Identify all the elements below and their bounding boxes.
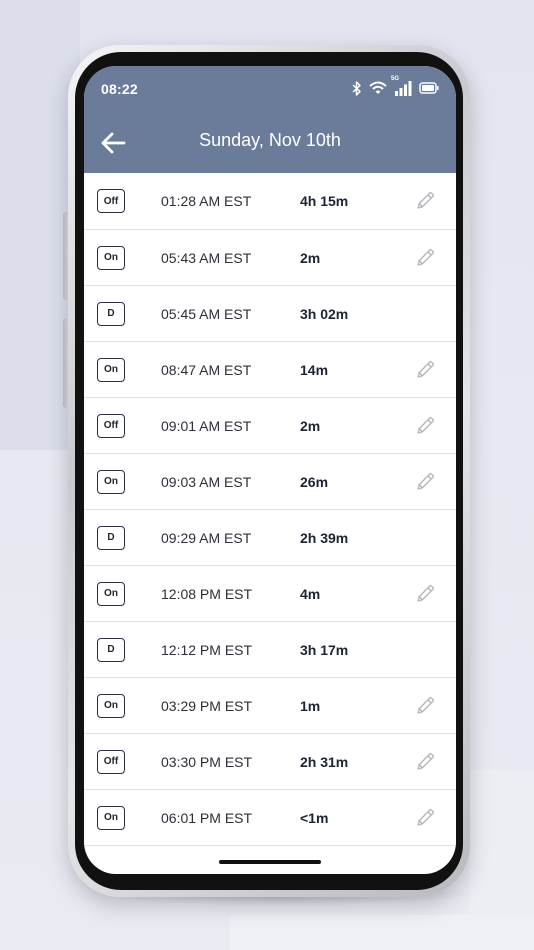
entry-duration: 26m [300, 473, 329, 490]
status-badge: D [97, 525, 125, 550]
entry-duration: 2m [300, 249, 321, 266]
entry-time: 06:01 PM EST [161, 809, 253, 826]
status-badge: On [97, 469, 125, 494]
entry-time: 05:43 AM EST [161, 249, 252, 266]
status-badge: On [97, 245, 125, 270]
entry-duration: 2m [300, 417, 321, 434]
entry-duration: <1m [300, 809, 329, 826]
pencil-icon[interactable] [414, 807, 436, 829]
status-badge: D [97, 301, 125, 326]
entry-duration: 2h 31m [300, 753, 349, 770]
entry-time: 09:03 AM EST [161, 473, 252, 490]
status-bar-icons: 5G [352, 76, 439, 96]
list-item[interactable]: D 05:45 AM EST 3h 02m [84, 286, 456, 342]
entry-time: 12:12 PM EST [161, 641, 253, 658]
entry-duration: 14m [300, 361, 329, 378]
list-item[interactable]: D 09:29 AM EST 2h 39m [84, 510, 456, 566]
entry-time: 09:29 AM EST [161, 529, 252, 546]
entry-duration: 3h 17m [300, 641, 349, 658]
list-item[interactable]: On 09:03 AM EST 26m [84, 454, 456, 510]
status-bar-time: 08:22 [101, 81, 138, 97]
pencil-icon[interactable] [414, 359, 436, 381]
pencil-icon[interactable] [414, 247, 436, 269]
signal-icon: 5G [391, 76, 412, 96]
bluetooth-icon [352, 80, 362, 96]
entry-time: 03:29 PM EST [161, 697, 253, 714]
list-item[interactable]: On 05:43 AM EST 2m [84, 230, 456, 286]
entry-duration: 3h 02m [300, 305, 349, 322]
entry-time: 01:28 AM EST [161, 193, 252, 209]
page-title: Sunday, Nov 10th [199, 130, 341, 150]
status-badge: Off [97, 749, 125, 774]
list-item[interactable]: Off 03:30 PM EST 2h 31m [84, 734, 456, 790]
battery-icon [419, 82, 439, 94]
pencil-icon[interactable] [414, 471, 436, 493]
entry-duration: 4m [300, 585, 321, 602]
status-badge: Off [97, 413, 125, 438]
list-item[interactable]: On 08:47 AM EST 14m [84, 342, 456, 398]
status-badge: On [97, 357, 125, 382]
pencil-icon[interactable] [414, 583, 436, 605]
pencil-icon[interactable] [414, 751, 436, 773]
entry-duration: 1m [300, 697, 321, 714]
list-item[interactable]: Off 01:28 AM EST 4h 15m [84, 173, 456, 230]
pencil-icon[interactable] [414, 415, 436, 437]
log-entry-list: Off 01:28 AM EST 4h 15m On 05:43 AM EST 2m D 05… [84, 173, 456, 846]
home-indicator[interactable] [219, 860, 321, 864]
pencil-icon[interactable] [414, 190, 436, 212]
list-item[interactable]: On 03:29 PM EST 1m [84, 678, 456, 734]
list-item[interactable]: On 06:01 PM EST <1m [84, 790, 456, 846]
entry-duration: 2h 39m [300, 529, 349, 546]
list-item[interactable]: D 12:12 PM EST 3h 17m [84, 622, 456, 678]
wifi-icon [369, 81, 387, 95]
entry-time: 05:45 AM EST [161, 305, 252, 322]
signal-label: 5G [391, 76, 400, 82]
status-badge: On [97, 693, 125, 718]
status-badge: On [97, 581, 125, 606]
status-badge: Off [97, 189, 125, 213]
entry-time: 12:08 PM EST [161, 585, 253, 602]
status-badge: D [97, 637, 125, 662]
entry-time: 09:01 AM EST [161, 417, 252, 434]
status-badge: On [97, 805, 125, 830]
phone-screen: 08:22 5G Sunday, Nov 10th Off 01:28 AM E… [84, 66, 456, 874]
entry-time: 08:47 AM EST [161, 361, 252, 378]
pencil-icon[interactable] [414, 695, 436, 717]
list-item[interactable]: On 12:08 PM EST 4m [84, 566, 456, 622]
entry-duration: 4h 15m [300, 193, 349, 209]
app-header: 08:22 5G Sunday, Nov 10th [84, 66, 456, 173]
entry-time: 03:30 PM EST [161, 753, 253, 770]
background-panel [230, 915, 534, 950]
list-item[interactable]: Off 09:01 AM EST 2m [84, 398, 456, 454]
